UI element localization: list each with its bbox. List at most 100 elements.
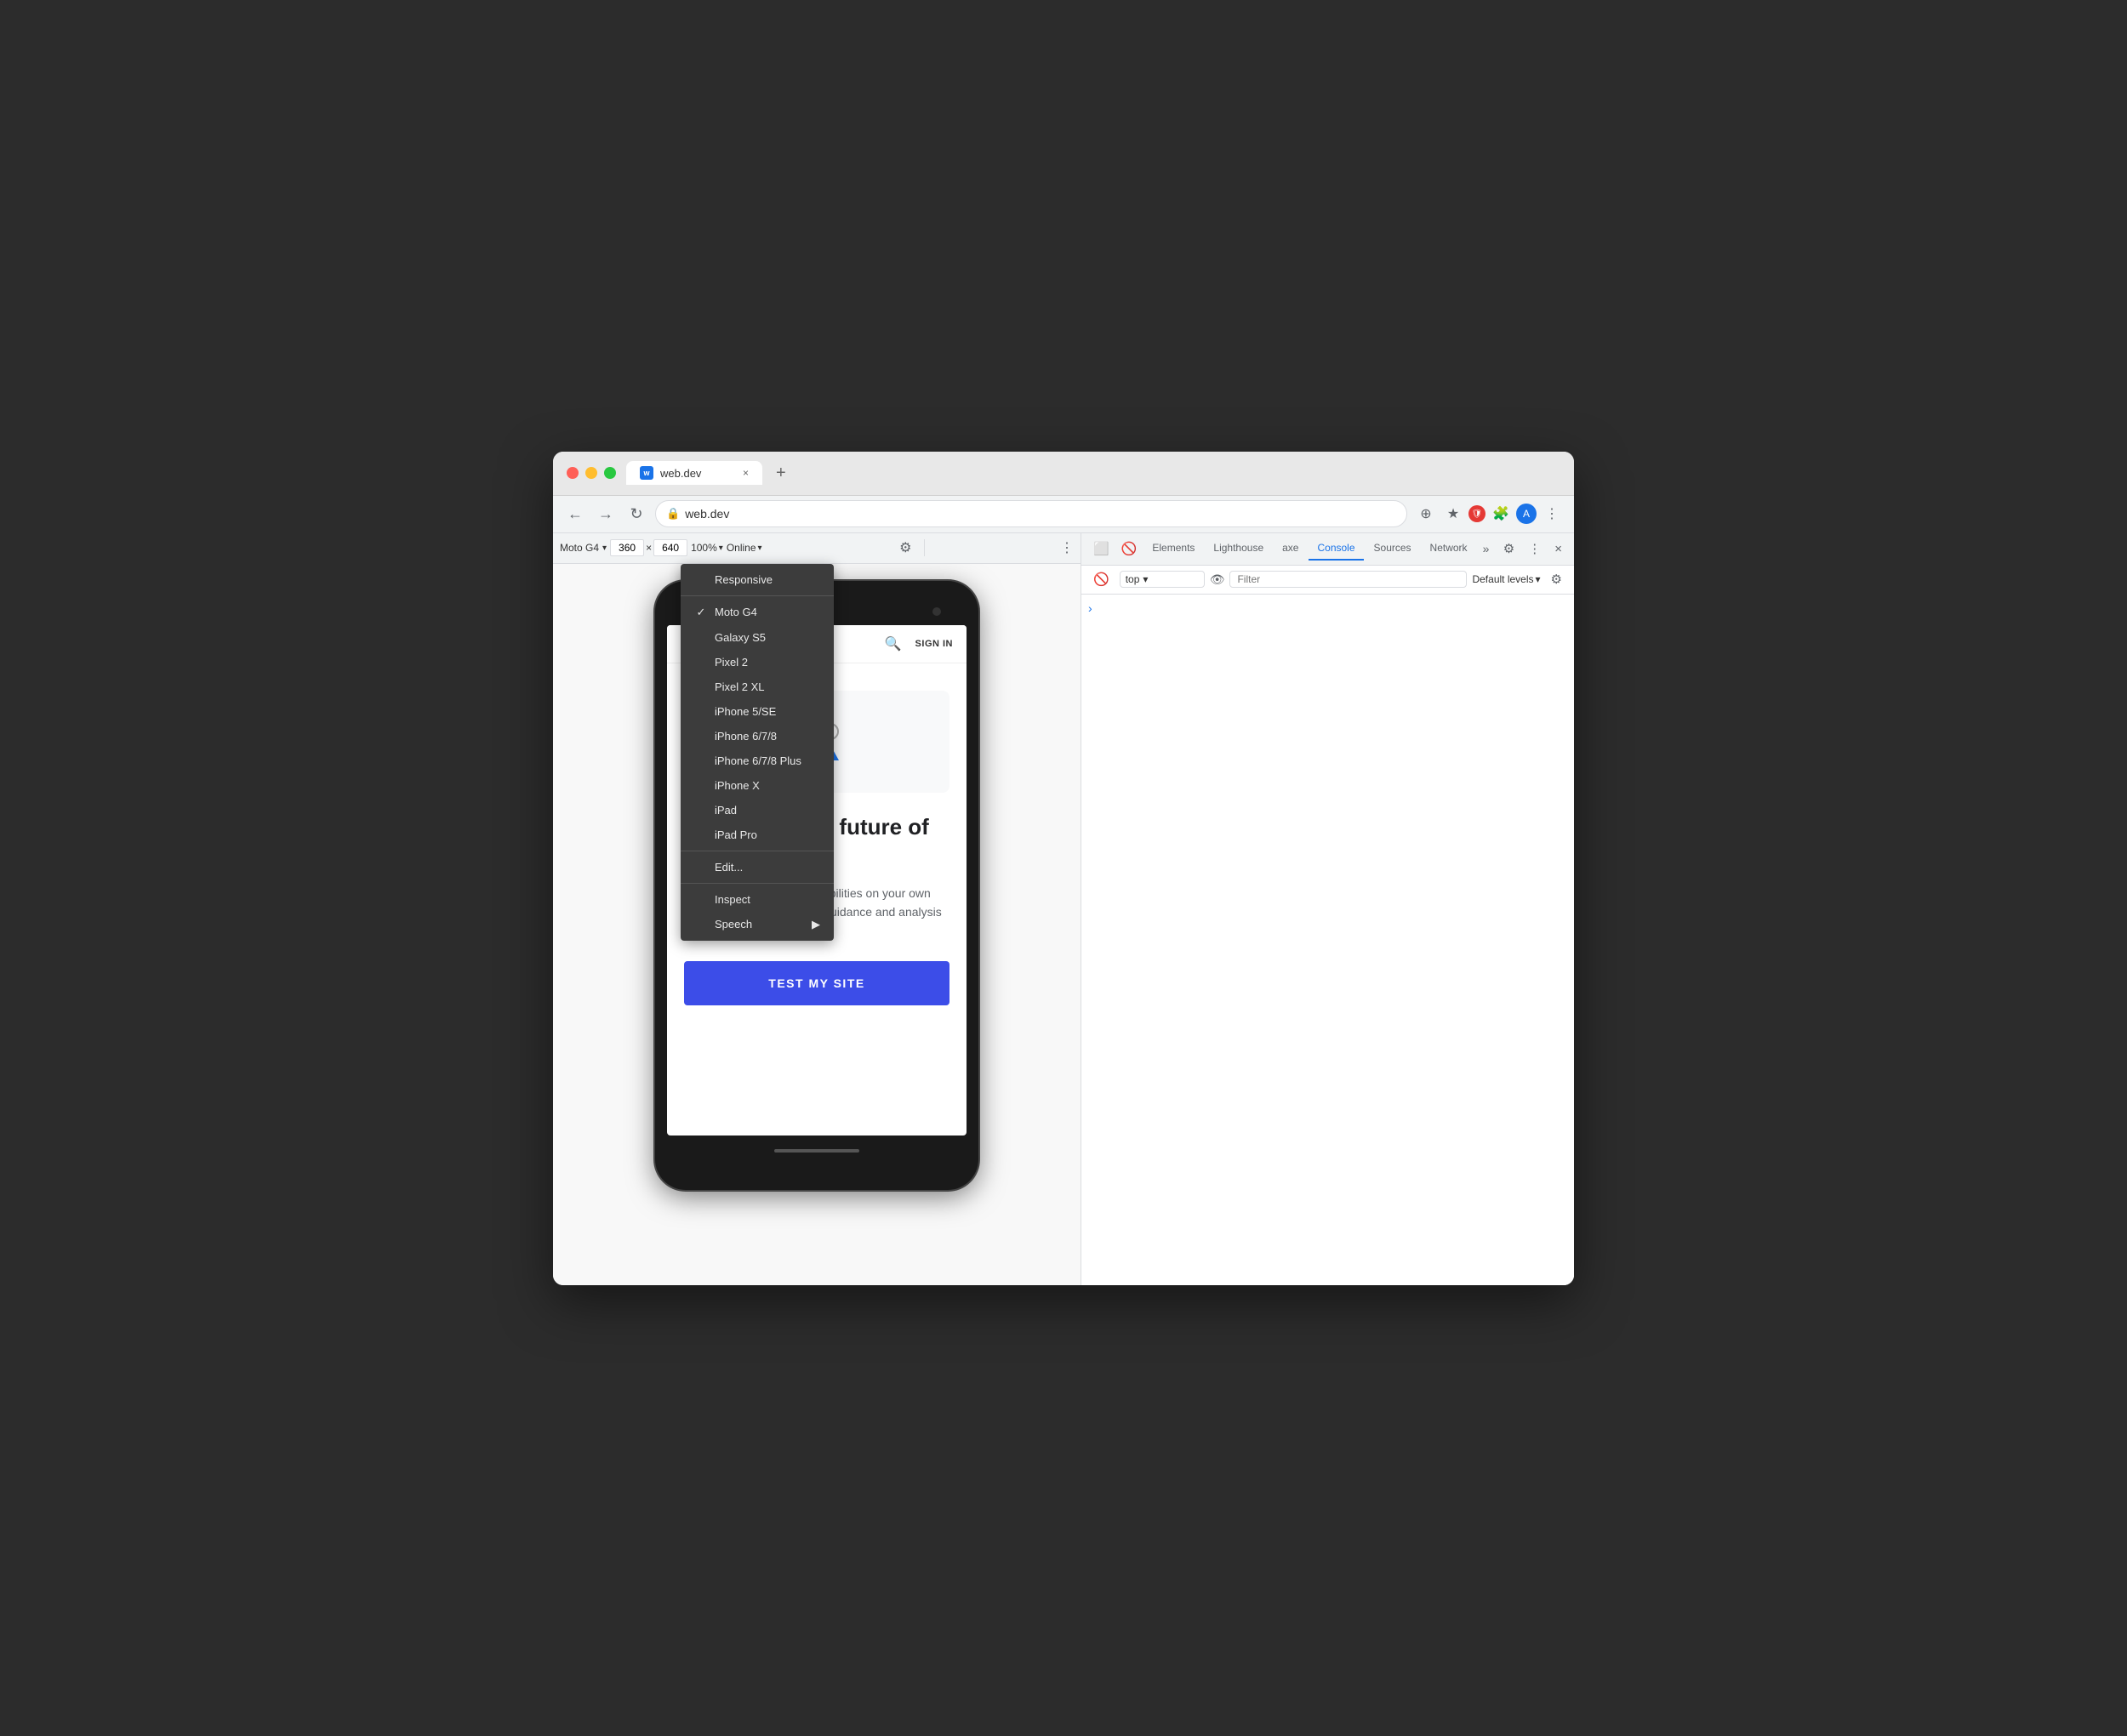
menu-label-iphone-5se: iPhone 5/SE	[715, 705, 776, 718]
devtools-toolbar: Moto G4 ▾ × 100% ▾ Online ▾ ⚙	[553, 533, 1081, 564]
menu-label-inspect: Inspect	[715, 893, 750, 906]
test-my-site-button[interactable]: TEST MY SITE	[684, 961, 949, 1005]
menu-item-speech[interactable]: Speech ▶	[681, 912, 834, 937]
console-target-arrow-icon: ▾	[1143, 573, 1148, 585]
tab-bar: w web.dev × +	[626, 460, 1560, 487]
traffic-lights	[567, 467, 616, 479]
device-bottom	[667, 1136, 967, 1166]
console-eye-icon[interactable]: 👁	[1210, 572, 1225, 587]
device-label: Moto G4	[560, 542, 599, 554]
device-selector[interactable]: Moto G4 ▾	[560, 542, 607, 554]
bookmark-button[interactable]: ★	[1441, 502, 1465, 526]
console-context-selector[interactable]: top ▾	[1120, 571, 1205, 588]
menu-label-iphone-x: iPhone X	[715, 779, 760, 792]
zoom-chevron-icon: ▾	[719, 544, 723, 553]
device-home-bar	[774, 1149, 859, 1153]
console-filter-input[interactable]	[1229, 571, 1467, 588]
menu-label-ipad-pro: iPad Pro	[715, 828, 757, 841]
menu-item-moto-g4[interactable]: ✓ Moto G4	[681, 600, 834, 625]
console-bar: 🚫 top ▾ 👁 Default levels ▾ ⚙	[1081, 566, 1574, 595]
menu-label-speech: Speech	[715, 918, 752, 931]
console-settings-icon[interactable]: ⚙	[1546, 568, 1567, 590]
tab-title: web.dev	[660, 467, 701, 480]
device-frame-container: Responsive ✓ Moto G4 Galaxy S5 Pixel 2	[553, 564, 1081, 1285]
refresh-icon: ↻	[630, 505, 642, 523]
height-input[interactable]	[653, 539, 687, 556]
menu-item-ipad[interactable]: iPad	[681, 798, 834, 822]
menu-label-responsive: Responsive	[715, 573, 773, 586]
tab-lighthouse[interactable]: Lighthouse	[1205, 537, 1272, 561]
toolbar-overflow-button[interactable]: ⋮	[1060, 539, 1074, 556]
console-levels-selector[interactable]: Default levels ▾	[1472, 573, 1540, 585]
browser-window: w web.dev × + ← → ↻ 🔒 web.dev ⊕ ★ 🛡 🧩 A …	[553, 452, 1574, 1285]
new-tab-button[interactable]: +	[769, 460, 793, 487]
more-tabs-button[interactable]: »	[1478, 538, 1495, 559]
menu-label-ipad: iPad	[715, 804, 737, 817]
menu-label-pixel-2: Pixel 2	[715, 656, 748, 669]
menu-item-responsive[interactable]: Responsive	[681, 567, 834, 592]
tab-console[interactable]: Console	[1309, 537, 1363, 561]
forward-button[interactable]: →	[594, 502, 618, 526]
user-avatar[interactable]: A	[1516, 504, 1537, 524]
menu-item-galaxy-s5[interactable]: Galaxy S5	[681, 625, 834, 650]
menu-label-moto-g4: Moto G4	[715, 606, 757, 618]
devtools-overflow-icon[interactable]: ⋮	[1523, 538, 1546, 560]
tab-axe[interactable]: axe	[1274, 537, 1307, 561]
inspect-element-icon[interactable]: 🚫	[1116, 538, 1143, 560]
menu-label-galaxy-s5: Galaxy S5	[715, 631, 766, 644]
toolbar-more-button[interactable]: ⚙	[893, 536, 917, 560]
console-clear-icon[interactable]: 🚫	[1088, 568, 1115, 590]
site-header-icons: 🔍 SIGN IN	[885, 635, 953, 652]
tab-network[interactable]: Network	[1422, 537, 1476, 561]
tab-sources[interactable]: Sources	[1366, 537, 1420, 561]
cast-button[interactable]: ⊕	[1414, 502, 1438, 526]
title-bar: w web.dev × +	[553, 452, 1574, 496]
maximize-button[interactable]	[604, 467, 616, 479]
tab-elements[interactable]: Elements	[1143, 537, 1203, 561]
menu-item-ipad-pro[interactable]: iPad Pro	[681, 822, 834, 847]
back-icon: ←	[567, 505, 583, 523]
back-button[interactable]: ←	[563, 502, 587, 526]
menu-item-edit[interactable]: Edit...	[681, 855, 834, 879]
menu-item-iphone-x[interactable]: iPhone X	[681, 773, 834, 798]
width-input[interactable]	[610, 539, 644, 556]
menu-label-edit: Edit...	[715, 861, 743, 874]
close-button[interactable]	[567, 467, 579, 479]
devtools-panel: ⬜ 🚫 Elements Lighthouse axe Console Sour…	[1081, 533, 1574, 1285]
content-area: Moto G4 ▾ × 100% ▾ Online ▾ ⚙	[553, 533, 1574, 1285]
page-area: Moto G4 ▾ × 100% ▾ Online ▾ ⚙	[553, 533, 1081, 1285]
tab-close-button[interactable]: ×	[743, 467, 749, 479]
refresh-button[interactable]: ↻	[624, 502, 648, 526]
minimize-button[interactable]	[585, 467, 597, 479]
devtools-close-button[interactable]: ×	[1549, 538, 1567, 560]
browser-tab[interactable]: w web.dev ×	[626, 461, 762, 485]
devtools-actions: ⚙ ⋮ ×	[1498, 538, 1567, 560]
network-throttle-selector[interactable]: Online ▾	[727, 542, 762, 554]
toolbar-separator	[924, 539, 925, 556]
device-toggle-icon[interactable]: ⬜	[1088, 538, 1115, 560]
menu-item-pixel-2[interactable]: Pixel 2	[681, 650, 834, 674]
menu-item-inspect[interactable]: Inspect	[681, 887, 834, 912]
zoom-selector[interactable]: 100% ▾	[691, 542, 723, 554]
navigation-bar: ← → ↻ 🔒 web.dev ⊕ ★ 🛡 🧩 A ⋮	[553, 496, 1574, 533]
menu-item-iphone-678[interactable]: iPhone 6/7/8	[681, 724, 834, 748]
menu-item-pixel-2-xl[interactable]: Pixel 2 XL	[681, 674, 834, 699]
menu-label-iphone-678-plus: iPhone 6/7/8 Plus	[715, 754, 801, 767]
menu-item-iphone-678-plus[interactable]: iPhone 6/7/8 Plus	[681, 748, 834, 773]
console-prompt-icon[interactable]: ›	[1088, 601, 1092, 615]
console-content: ›	[1081, 595, 1574, 1285]
zoom-label: 100%	[691, 542, 717, 554]
console-target-label: top	[1126, 573, 1140, 585]
device-dropdown-menu: Responsive ✓ Moto G4 Galaxy S5 Pixel 2	[681, 564, 834, 941]
dimensions-separator: ×	[646, 542, 652, 554]
devtools-tabs: ⬜ 🚫 Elements Lighthouse axe Console Sour…	[1081, 533, 1574, 566]
devtools-settings-icon[interactable]: ⚙	[1498, 538, 1520, 560]
address-text: web.dev	[685, 507, 729, 521]
menu-item-iphone-5se[interactable]: iPhone 5/SE	[681, 699, 834, 724]
extensions-button[interactable]: 🧩	[1489, 502, 1513, 526]
search-icon[interactable]: 🔍	[885, 635, 902, 652]
address-bar[interactable]: 🔒 web.dev	[655, 500, 1407, 527]
sign-in-button[interactable]: SIGN IN	[915, 639, 953, 649]
menu-label-iphone-678: iPhone 6/7/8	[715, 730, 777, 743]
menu-button[interactable]: ⋮	[1540, 502, 1564, 526]
